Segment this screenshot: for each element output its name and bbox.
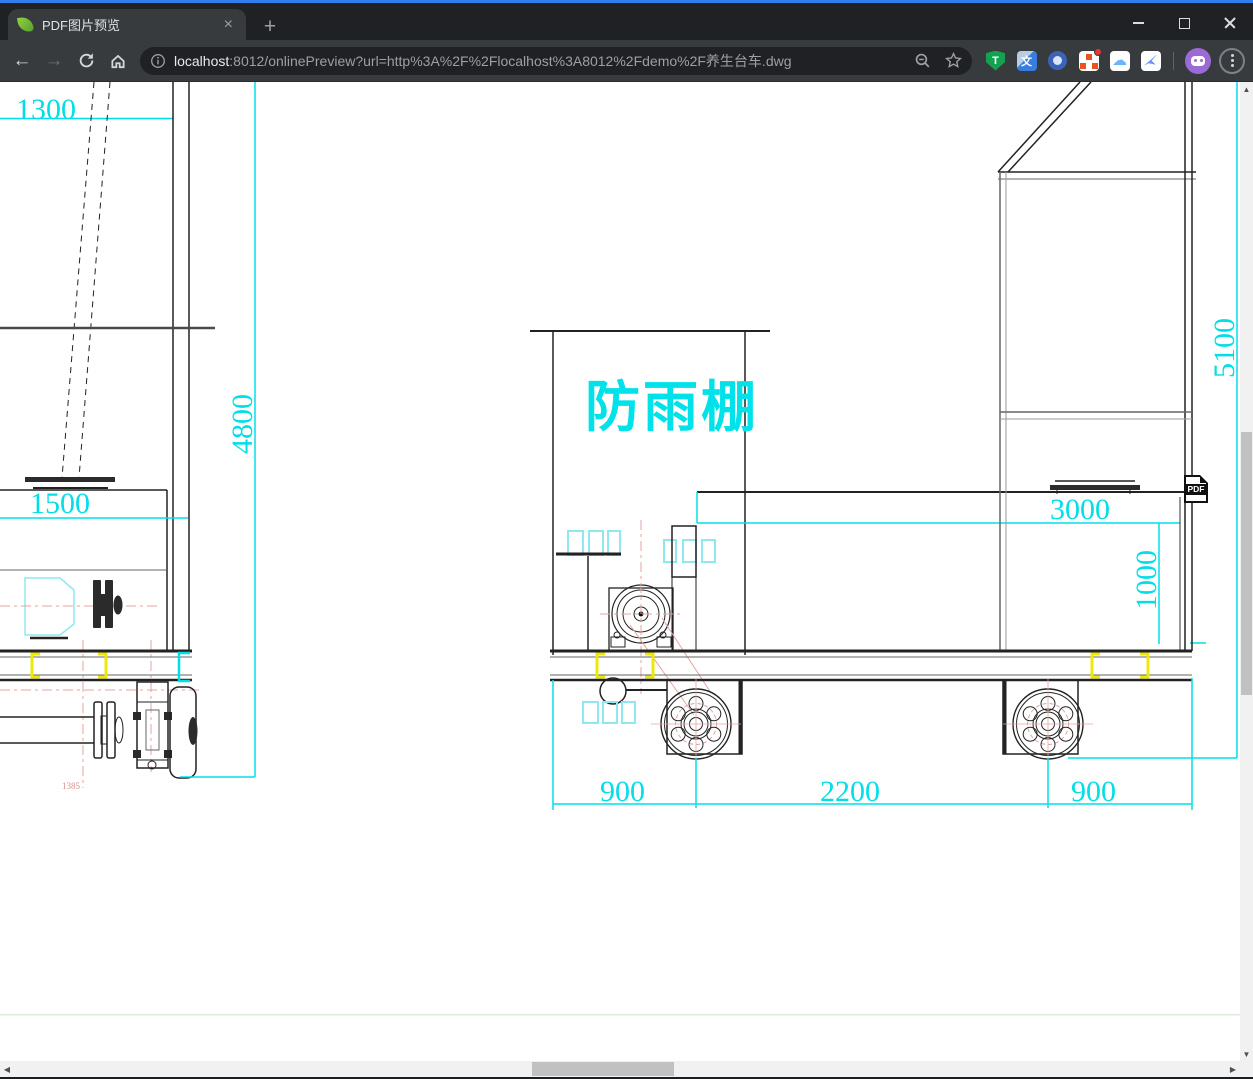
translate-extension-icon[interactable]: 文: [1011, 46, 1042, 76]
dim-1385: 1385: [62, 781, 81, 791]
profile-avatar[interactable]: [1185, 47, 1211, 74]
cloud-extension-icon[interactable]: ☁: [1104, 46, 1135, 76]
ring-extension-icon[interactable]: [1042, 46, 1073, 76]
left-end-view: 1300 4800 1500 1385: [0, 82, 259, 791]
bird-extension-icon[interactable]: [1135, 46, 1166, 76]
minimize-button[interactable]: [1115, 6, 1161, 40]
page-edge-line: [0, 1014, 1240, 1016]
vertical-scroll-thumb[interactable]: [1241, 432, 1252, 695]
home-button[interactable]: [102, 45, 134, 77]
shield-icon: T: [986, 50, 1005, 71]
dim-3000: 3000: [1050, 493, 1110, 526]
scroll-down-arrow[interactable]: ▼: [1240, 1047, 1253, 1061]
dim-2200: 2200: [820, 775, 880, 808]
notification-badge: [1094, 47, 1102, 56]
page-info-icon[interactable]: [150, 53, 166, 69]
dim-900-rear: 900: [1071, 775, 1116, 808]
url-text[interactable]: localhost:8012/onlinePreview?url=http%3A…: [174, 51, 914, 71]
platform-and-wheels: 900 2200 900: [550, 649, 1193, 810]
scroll-up-arrow[interactable]: ▲: [1240, 82, 1253, 96]
reload-icon: [79, 53, 93, 68]
dim-900-front: 900: [600, 775, 645, 808]
shelter-label: 防雨棚: [585, 376, 759, 438]
scrollbar-corner: [1240, 1061, 1253, 1077]
bookmark-star-icon[interactable]: [945, 52, 962, 69]
extensions-row: T 文 ☁: [980, 46, 1166, 76]
bird-icon: [1140, 50, 1161, 71]
zoom-icon[interactable]: [914, 52, 931, 69]
tab-title: PDF图片预览: [42, 18, 121, 33]
pdf-icon: PDF: [1186, 484, 1206, 495]
spring-leaf-favicon: [17, 16, 34, 33]
dim-1500: 1500: [30, 487, 90, 520]
maximize-button[interactable]: [1161, 6, 1207, 40]
dwg-preview-canvas[interactable]: 1300 4800 1500 1385 防雨棚 3000 1000 5100 9…: [0, 82, 1240, 1061]
rear-wheel: [1002, 678, 1094, 770]
scroll-right-arrow[interactable]: ▶: [1226, 1061, 1240, 1077]
tab-close-icon[interactable]: ×: [221, 16, 236, 33]
cloud-icon: ☁: [1109, 50, 1130, 71]
tampermonkey-extension-icon[interactable]: T: [980, 46, 1011, 76]
pdf-download-button[interactable]: PDF: [1184, 475, 1208, 503]
flatbed-view: 3000 1000: [696, 480, 1206, 651]
maximize-icon: [1178, 17, 1190, 29]
translate-icon: 文: [1016, 50, 1037, 71]
dim-4800: 4800: [226, 394, 259, 454]
toolbar-separator: [1173, 51, 1174, 70]
dim-1300: 1300: [16, 93, 76, 126]
vertical-scrollbar[interactable]: ▲ ▼: [1240, 82, 1253, 1061]
cad-drawing: 1300 4800 1500 1385 防雨棚 3000 1000 5100 9…: [0, 82, 1240, 1016]
window-controls: [1115, 6, 1253, 40]
dim-1000: 1000: [1130, 550, 1163, 610]
horizontal-scrollbar[interactable]: ◀ ▶: [0, 1061, 1240, 1077]
url-host: localhost: [174, 52, 230, 69]
tab-bar: PDF图片预览 × +: [0, 3, 1253, 40]
scroll-left-arrow[interactable]: ◀: [0, 1061, 14, 1077]
browser-toolbar: ← → localhost:8012/onlinePreview?url=htt…: [0, 40, 1253, 82]
org-extension-icon[interactable]: [1073, 46, 1104, 76]
horizontal-scroll-thumb[interactable]: [532, 1062, 674, 1076]
home-icon: [111, 54, 125, 68]
kebab-menu-icon: [1230, 59, 1234, 62]
url-path: :8012/onlinePreview?url=http%3A%2F%2Floc…: [229, 52, 792, 69]
minimize-icon: [1132, 22, 1144, 24]
address-bar[interactable]: localhost:8012/onlinePreview?url=http%3A…: [140, 46, 972, 75]
front-wheel: [650, 678, 742, 770]
close-button[interactable]: [1207, 6, 1253, 40]
forward-button[interactable]: →: [38, 45, 70, 77]
reload-button[interactable]: [70, 45, 102, 77]
new-tab-button[interactable]: +: [256, 13, 284, 41]
ring-icon: [1048, 51, 1067, 70]
browser-menu-button[interactable]: [1219, 47, 1245, 74]
dim-5100: 5100: [1208, 318, 1240, 378]
tab-pdf-preview[interactable]: PDF图片预览 ×: [8, 9, 246, 40]
back-button[interactable]: ←: [6, 45, 38, 77]
